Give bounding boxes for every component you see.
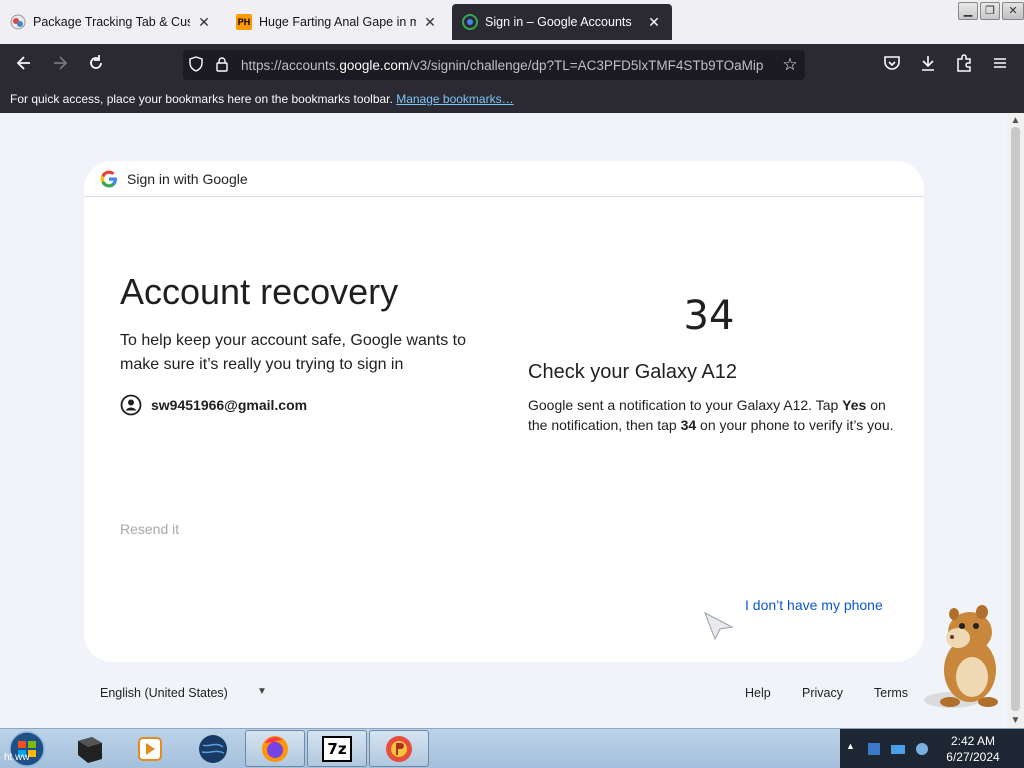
language-select[interactable]: English (United States) [100,686,228,700]
taskbar-hover-text: ht ww [4,752,30,763]
taskbar-globe[interactable] [183,730,243,767]
tab-google-accounts[interactable]: Sign in – Google Accounts ✕ [452,4,672,40]
tab-title: Huge Farting Anal Gape in my [259,15,416,29]
page-description: To help keep your account safe, Google w… [120,332,466,373]
seven-zip-icon: 7z [322,735,352,762]
account-email: sw9451966@gmail.com [151,397,308,413]
privacy-link[interactable]: Privacy [802,686,843,700]
header-label: Sign in with Google [127,170,248,187]
url-bar[interactable]: https://accounts.google.com/v3/signin/ch… [183,50,805,80]
shield-icon[interactable] [183,55,209,75]
close-tab-icon[interactable]: ✕ [646,14,662,31]
taskbar-firefox[interactable] [245,730,305,767]
tab-title: Sign in – Google Accounts [485,15,632,29]
no-phone-link[interactable]: I don’t have my phone [745,597,883,613]
bookmarks-toolbar: For quick access, place your bookmarks h… [0,86,1024,113]
google-favicon-icon [462,14,478,30]
nav-bar: https://accounts.google.com/v3/signin/ch… [0,44,1024,86]
close-tab-icon[interactable]: ✕ [196,14,212,31]
terms-link[interactable]: Terms [874,686,908,700]
taskbar-7zip[interactable]: 7z [307,730,367,767]
card-header: Sign in with Google [84,161,924,197]
bookmarks-message: For quick access, place your bookmarks h… [10,92,393,106]
window-close-icon[interactable]: ✕ [1002,2,1024,20]
check-device-title: Check your Galaxy A12 [528,361,737,383]
account-circle-icon [120,394,142,416]
back-arrow-icon[interactable] [12,53,36,77]
window-controls: ▁ ❐ ✕ [958,2,1024,20]
globe-icon [199,734,227,763]
close-tab-icon[interactable]: ✕ [422,14,438,31]
tab-second[interactable]: PH Huge Farting Anal Gape in my ✕ [226,4,448,40]
help-link[interactable]: Help [745,686,771,700]
hamster-mascot-icon [924,605,998,708]
tray-network-icon[interactable] [890,741,906,757]
taskbar-paint-app[interactable] [369,730,429,767]
scroll-down-icon[interactable]: ▼ [1007,715,1024,726]
mouse-pointer-icon [704,612,734,640]
google-g-icon [100,170,117,187]
tab-title: Package Tracking Tab & Custom [33,15,190,29]
bookmark-star-icon[interactable]: ☆ [775,55,805,75]
tray-shield-icon[interactable] [866,741,882,757]
show-hidden-icons-icon[interactable]: ▲ [846,741,855,751]
extensions-icon[interactable] [952,53,976,77]
dropdown-caret-icon[interactable]: ▼ [257,686,267,697]
forward-arrow-icon[interactable] [48,53,72,77]
menu-icon[interactable] [988,53,1012,77]
tray-volume-icon[interactable] [914,741,930,757]
package-favicon-icon [10,14,26,30]
signin-card: Sign in with Google Account recovery To … [84,161,924,662]
page-title: Account recovery [120,271,399,312]
resend-button[interactable]: Resend it [120,521,179,537]
restore-icon[interactable]: ❐ [980,2,1000,20]
lock-icon[interactable] [209,56,235,75]
url-text[interactable]: https://accounts.google.com/v3/signin/ch… [241,58,775,73]
pocket-icon[interactable] [880,53,904,77]
ph-favicon-icon: PH [236,14,252,30]
taskbar-terminal[interactable] [60,730,120,767]
reload-icon[interactable] [84,53,108,77]
clock-date: 6/27/2024 [946,750,1000,764]
taskbar-media-player[interactable] [120,730,180,767]
clock[interactable]: 2:42 AM 6/27/2024 [932,733,1014,765]
paint-app-icon [386,735,412,762]
tab-bar: Package Tracking Tab & Custom ✕ PH Huge … [0,0,1024,44]
scrollbar-thumb[interactable] [1011,127,1020,711]
media-player-icon [138,736,162,761]
scroll-up-icon[interactable]: ▲ [1007,115,1024,126]
clock-time: 2:42 AM [950,734,996,748]
download-icon[interactable] [916,53,940,77]
firefox-icon [262,735,288,762]
tab-package-tracking[interactable]: Package Tracking Tab & Custom ✕ [0,4,222,40]
taskbar: 7z ▲ 2:42 AM 6/27/2024 [0,728,1024,768]
minimize-icon[interactable]: ▁ [958,2,978,20]
manage-bookmarks-link[interactable]: Manage bookmarks… [396,92,513,106]
verification-number: 34 [683,293,735,339]
terminal-icon [78,736,102,763]
account-chip[interactable]: sw9451966@gmail.com [120,394,307,416]
instructions-text: Google sent a notification to your Galax… [528,397,894,433]
